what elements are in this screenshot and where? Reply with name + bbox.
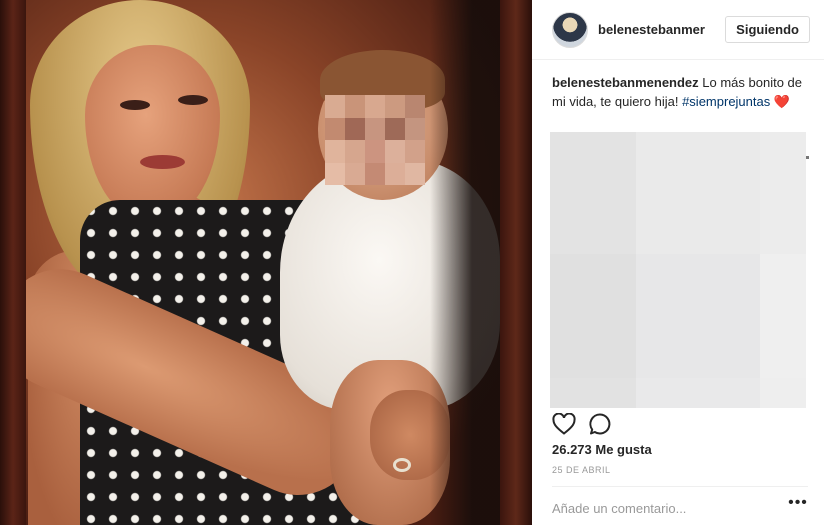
following-button[interactable]: Siguiendo [725, 16, 810, 43]
post-caption: belenestebanmenendez Lo más bonito de mi… [552, 73, 814, 111]
comment-input[interactable] [552, 498, 772, 518]
caption-hashtag[interactable]: #siemprejuntas [682, 94, 770, 109]
photo-lips [140, 155, 185, 169]
post-actions [552, 412, 612, 436]
header-username[interactable]: belenestebanmer [598, 22, 710, 37]
photo-ring [393, 458, 411, 472]
photo-eye-left [120, 100, 150, 110]
post-header: belenestebanmer Siguiendo [532, 0, 824, 60]
frame-right [500, 0, 532, 525]
heart-emoji: ❤️ [773, 94, 791, 109]
post-photo[interactable] [0, 0, 532, 525]
more-options-icon[interactable]: ••• [786, 495, 810, 516]
photo-eye-right [178, 95, 208, 105]
loading-image-placeholder [550, 132, 806, 408]
pixelated-face [325, 95, 425, 185]
divider [552, 486, 808, 487]
photo-shadow [430, 0, 500, 525]
post-panel: belenestebanmer Siguiendo belenestebanme… [532, 0, 824, 525]
dot-marker [806, 156, 809, 159]
post-date: 25 DE ABRIL [552, 465, 611, 475]
avatar[interactable] [552, 11, 588, 48]
likes-count[interactable]: 26.273 Me gusta [552, 442, 652, 457]
caption-username[interactable]: belenestebanmenendez [552, 75, 699, 90]
heart-icon[interactable] [552, 412, 576, 436]
frame-left [0, 0, 26, 525]
comment-icon[interactable] [588, 412, 612, 436]
